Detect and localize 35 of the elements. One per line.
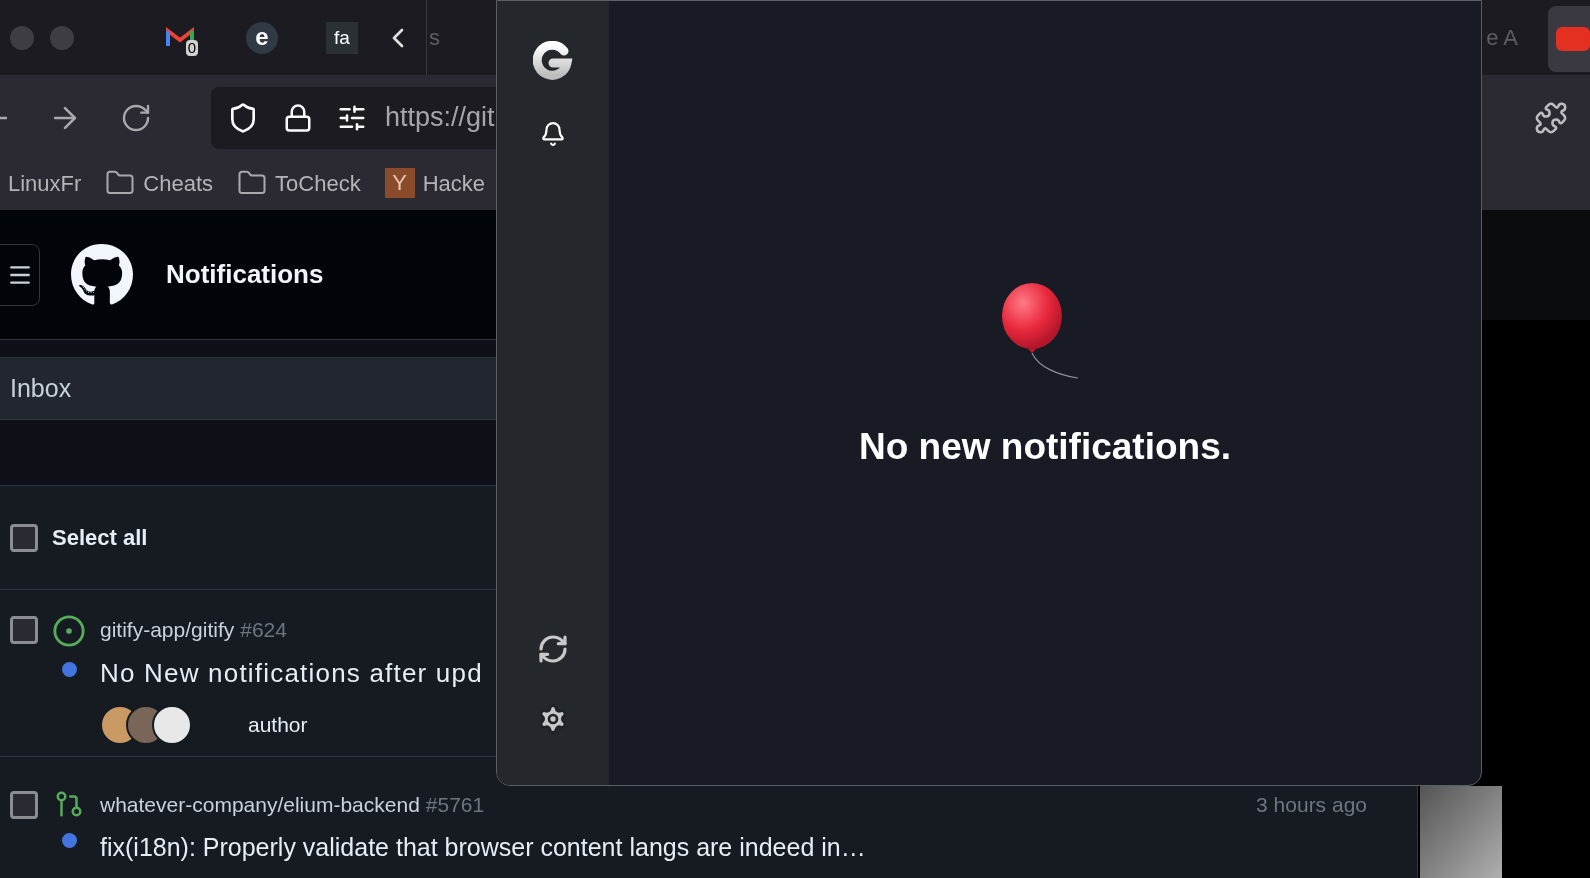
- bookmark-label[interactable]: ToCheck: [275, 166, 361, 200]
- puzzle-icon[interactable]: [1534, 100, 1568, 135]
- pull-request-icon: [54, 789, 84, 819]
- url-text: https://git: [385, 101, 495, 135]
- repository-name[interactable]: whatever-company/elium-backend: [100, 789, 420, 821]
- open-issue-icon: [52, 614, 86, 648]
- notification-title[interactable]: fix(i18n): Properly validate that browser content langs are indeed in…: [100, 828, 866, 866]
- site-logo-icon[interactable]: [70, 242, 134, 307]
- video-site-icon: [1556, 26, 1590, 51]
- bookmark-label[interactable]: Hacke: [422, 166, 486, 200]
- checkbox[interactable]: [10, 616, 38, 644]
- app-logo-icon[interactable]: [533, 41, 573, 81]
- checkbox[interactable]: [10, 791, 38, 819]
- timestamp: 3 hours ago: [1256, 792, 1367, 818]
- select-all-label[interactable]: Select all: [52, 521, 148, 554]
- bookmark-label[interactable]: Cheats: [143, 166, 214, 200]
- issue-number: #5761: [425, 792, 485, 818]
- lock-icon[interactable]: [283, 102, 313, 133]
- inbox-label: Inbox: [10, 372, 72, 404]
- bell-icon[interactable]: [540, 121, 566, 147]
- page-title: Notifications: [166, 258, 324, 291]
- issue-number: #624: [240, 617, 287, 643]
- reason-label: author: [248, 711, 308, 738]
- pinned-tab[interactable]: e: [246, 21, 278, 54]
- repository-name[interactable]: gitify-app/gitify: [100, 614, 235, 646]
- pinned-tab[interactable]: fa: [326, 21, 358, 54]
- active-tab[interactable]: [1548, 5, 1590, 72]
- empty-state-message: No new notifications.: [858, 425, 1232, 469]
- unread-count: 0: [185, 39, 198, 56]
- notification-title[interactable]: No New notifications after upd: [100, 653, 483, 693]
- address-bar[interactable]: https://git: [211, 86, 496, 149]
- site-icon: Y: [384, 168, 415, 198]
- bookmark-label[interactable]: LinuxFr: [8, 166, 82, 200]
- checkbox[interactable]: [10, 523, 38, 552]
- refresh-icon[interactable]: [537, 633, 569, 665]
